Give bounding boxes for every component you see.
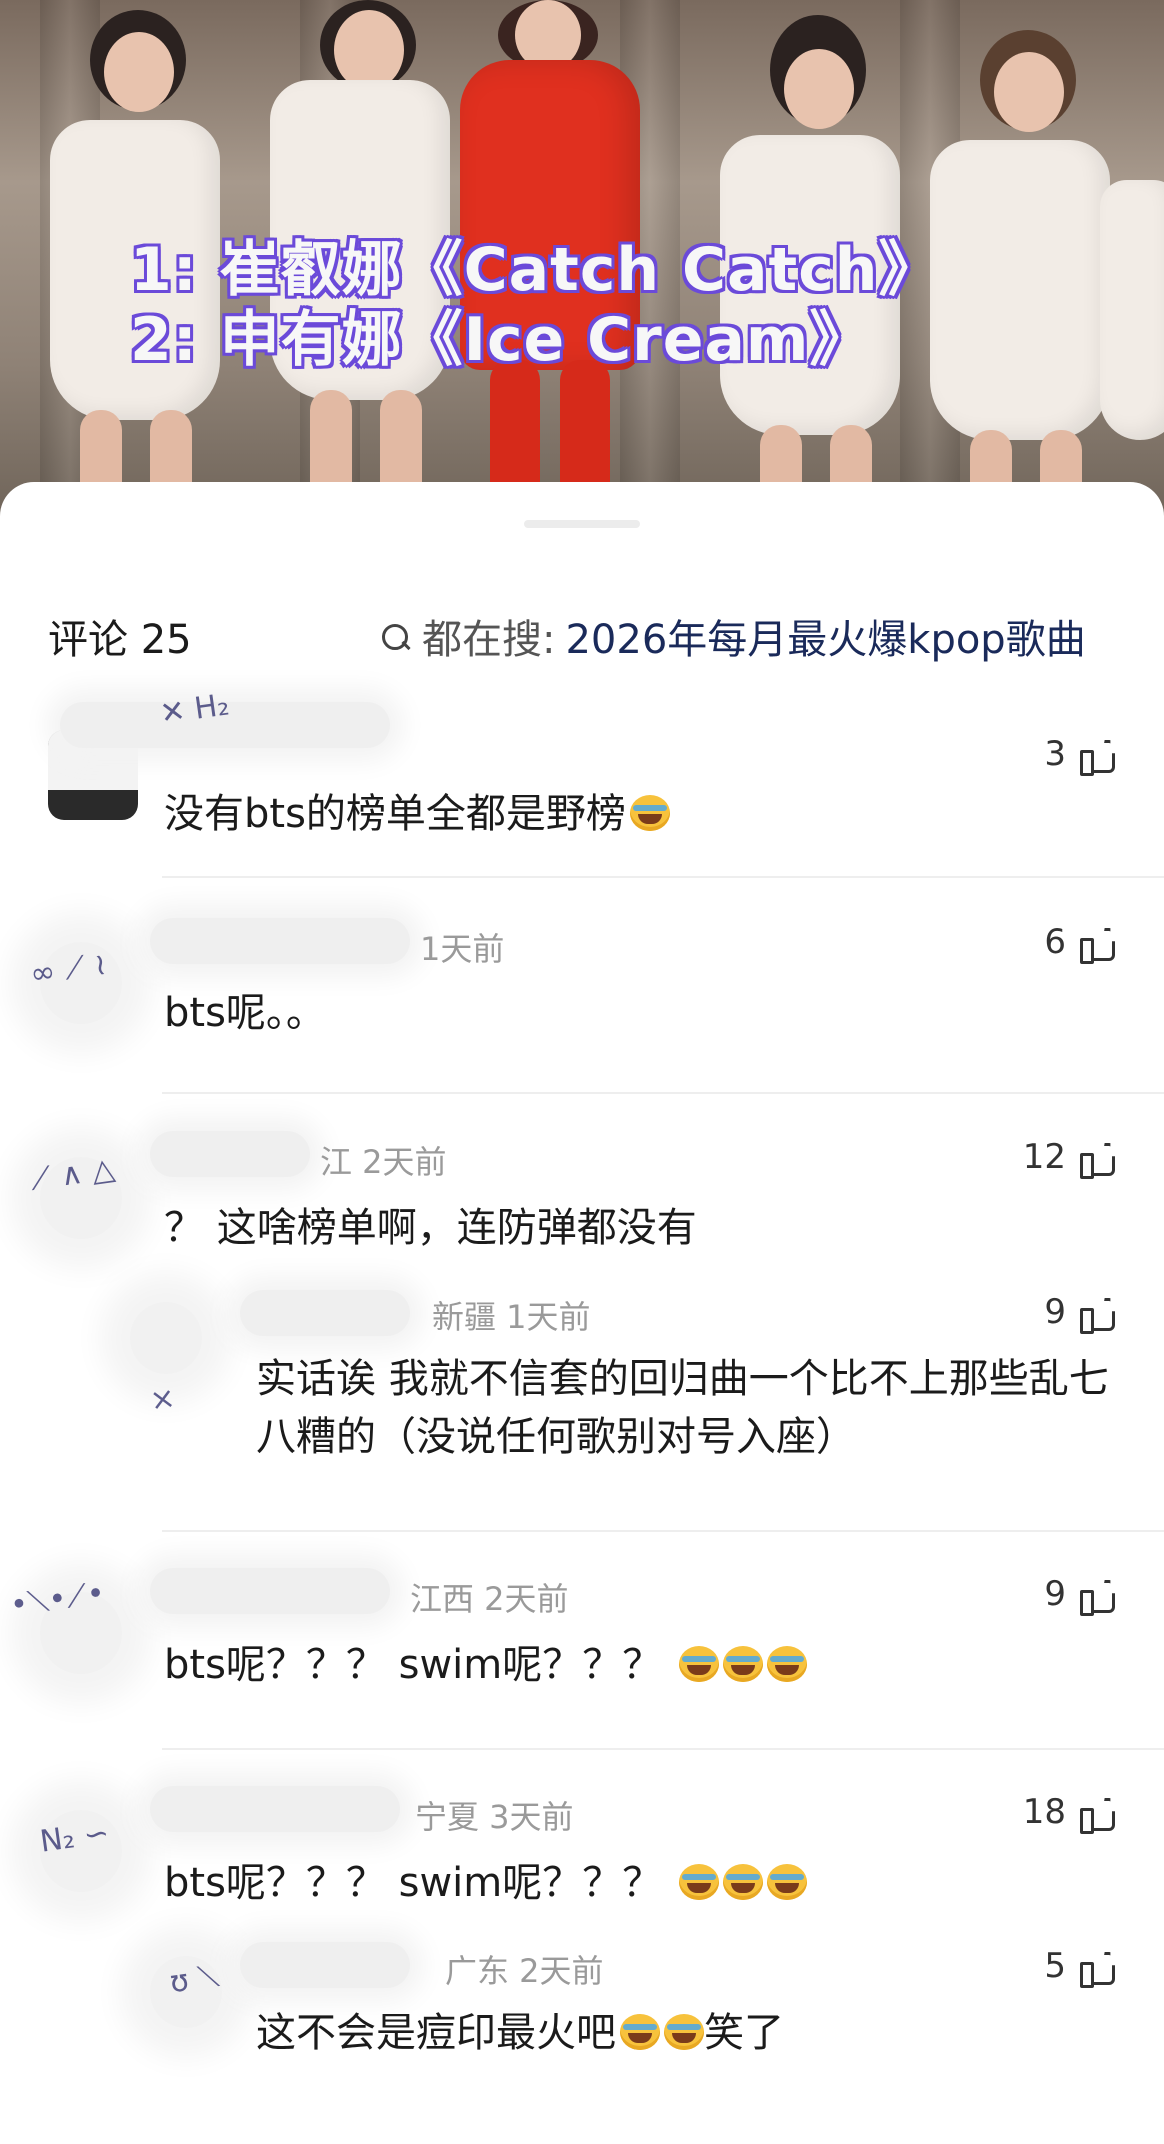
dancer-figure xyxy=(1100,140,1164,520)
user-avatar[interactable] xyxy=(130,1302,202,1374)
thumbs-up-icon xyxy=(1080,737,1116,776)
tears-of-joy-emoji xyxy=(664,2014,704,2050)
thumbs-up-icon xyxy=(1080,1295,1116,1334)
like-button[interactable]: 9 xyxy=(1044,1292,1116,1334)
like-count: 5 xyxy=(1044,1946,1066,1986)
like-count: 12 xyxy=(1022,1137,1066,1177)
video-thumbnail[interactable]: 1: 崔叡娜《Catch Catch》 2: 申有娜《Ice Cream》 xyxy=(0,0,1164,520)
tears-of-joy-emoji xyxy=(766,1646,807,1682)
overlay-caption-line-1: 1: 崔叡娜《Catch Catch》 xyxy=(130,235,940,305)
comment-text: bts呢。。 xyxy=(164,990,326,1036)
like-button[interactable]: 6 xyxy=(1044,922,1116,964)
like-button[interactable]: 9 xyxy=(1044,1574,1116,1616)
tears-of-joy-emoji xyxy=(678,1864,719,1900)
comment-meta: 1天前 xyxy=(420,930,505,968)
like-count: 9 xyxy=(1044,1574,1066,1614)
search-prefix: 都在搜: xyxy=(422,617,556,663)
comment-count: 评论 25 xyxy=(48,617,192,663)
like-button[interactable]: 5 xyxy=(1044,1946,1116,1988)
tears-of-joy-emoji xyxy=(722,1864,763,1900)
tears-of-joy-emoji xyxy=(766,1864,807,1900)
divider xyxy=(162,1530,1164,1532)
like-button[interactable]: 18 xyxy=(1022,1792,1116,1834)
tears-of-joy-emoji xyxy=(620,2014,660,2050)
comment-meta: 宁夏 3天前 xyxy=(415,1798,574,1836)
thumbs-up-icon xyxy=(1080,1949,1116,1988)
divider xyxy=(162,876,1164,878)
like-count: 6 xyxy=(1044,922,1066,962)
thumbs-up-icon xyxy=(1080,1577,1116,1616)
redacted-username xyxy=(240,1290,410,1336)
thumbs-up-icon xyxy=(1080,925,1116,964)
tears-of-joy-emoji xyxy=(678,1646,719,1682)
tears-of-joy-emoji xyxy=(722,1646,763,1682)
like-button[interactable]: 12 xyxy=(1022,1137,1116,1179)
thumbs-up-icon xyxy=(1080,1795,1116,1834)
like-count: 18 xyxy=(1022,1792,1066,1832)
search-icon xyxy=(380,616,416,656)
redacted-username xyxy=(150,1131,310,1177)
comment-meta: 江 2天前 xyxy=(320,1143,447,1181)
tears-of-joy-emoji xyxy=(629,795,670,831)
comment-text: 实话诶 我就不信套的回归曲一个比不上那些乱七八糟的（没说任何歌别对号入座） xyxy=(256,1356,1109,1460)
dancer-figure xyxy=(910,30,1110,520)
comment-sheet: 评论 25 都在搜: 2026年每月最火爆kpop歌曲 ✕ H₂ 3 没有bts… xyxy=(0,482,1164,2144)
comment-meta: 江西 2天前 xyxy=(410,1580,569,1618)
scribble-mark: × xyxy=(147,1380,178,1419)
comment-text: bts呢？？？ swim呢？？？ xyxy=(164,1636,1064,1694)
comment-meta: 广东 2天前 xyxy=(445,1952,604,1990)
search-query: 2026年每月最火爆kpop歌曲 xyxy=(565,617,1086,663)
sheet-drag-handle[interactable] xyxy=(524,520,640,528)
redacted-username xyxy=(150,1568,390,1614)
redacted-username xyxy=(240,1942,410,1988)
like-count: 3 xyxy=(1044,734,1066,774)
comment-text: 没有bts的榜单全都是野榜 xyxy=(164,785,1064,843)
redacted-username xyxy=(150,918,410,964)
like-button[interactable]: 3 xyxy=(1044,734,1116,776)
comment-meta: 新疆 1天前 xyxy=(432,1298,591,1336)
like-count: 9 xyxy=(1044,1292,1066,1332)
redacted-username xyxy=(150,1786,400,1832)
thumbs-up-icon xyxy=(1080,1140,1116,1179)
comment-text: bts呢？？？ swim呢？？？ xyxy=(164,1854,1064,1912)
comment-text: ？ 这啥榜单啊，连防弹都没有 xyxy=(164,1205,697,1251)
scribble-mark: ʊ ⟍ xyxy=(167,1958,222,2001)
comment-text: 这不会是痘印最火吧 笑了 xyxy=(256,2010,784,2056)
divider xyxy=(162,1092,1164,1094)
trending-search-link[interactable]: 都在搜: 2026年每月最火爆kpop歌曲 xyxy=(380,607,1086,665)
divider xyxy=(162,1748,1164,1750)
overlay-caption-line-2: 2: 申有娜《Ice Cream》 xyxy=(130,305,871,375)
